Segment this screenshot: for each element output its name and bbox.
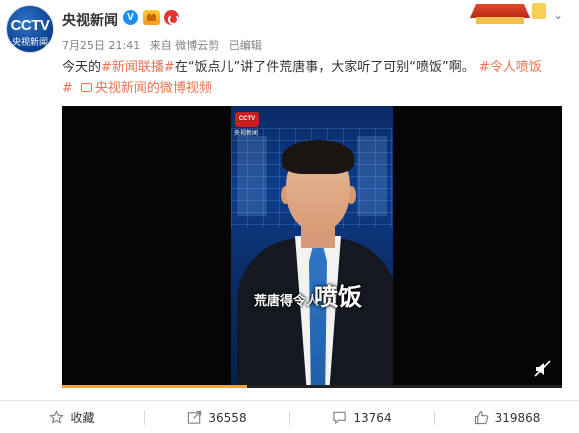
like-button[interactable]: 319868 xyxy=(435,401,579,433)
comment-button[interactable]: 13764 xyxy=(290,401,434,433)
topic-link-xinwenlianbo[interactable]: #新闻联播# xyxy=(101,60,175,75)
comment-count: 13764 xyxy=(353,410,392,425)
text-middle: 在“饭点儿”讲了件荒唐事，大家听了可别“喷饭”啊。 xyxy=(174,60,475,75)
post-date[interactable]: 7月25日 21:41 xyxy=(62,39,140,52)
post-source: 来自 微博云剪 xyxy=(149,39,220,52)
channel-subtitle: 央视新闻 xyxy=(234,130,259,137)
post-links-row: # 央视新闻的微博视频 xyxy=(62,78,572,99)
member-crown-icon[interactable] xyxy=(143,10,160,25)
repost-count: 36558 xyxy=(208,410,247,425)
video-caption-small: 荒唐得令人 xyxy=(254,294,320,309)
channel-logo: CCTV xyxy=(235,112,259,127)
video-progress-fill xyxy=(62,385,247,388)
post-edited[interactable]: 已编辑 xyxy=(229,39,262,52)
topic-hash-link[interactable]: # xyxy=(62,78,73,99)
video-icon xyxy=(80,83,92,92)
post-content: 今天的#新闻联播#在“饭点儿”讲了件荒唐事，大家听了可别“喷饭”啊。 #令人喷饭… xyxy=(62,57,572,99)
avatar-logo-subtext: 央视新闻 xyxy=(11,38,48,48)
thumbs-up-icon xyxy=(474,411,488,425)
mute-icon[interactable] xyxy=(534,360,552,378)
decoration-banner xyxy=(462,0,550,26)
video-caption-big: 喷饭 xyxy=(314,283,362,311)
video-link[interactable]: 央视新闻的微博视频 xyxy=(80,78,212,99)
post-text: 今天的#新闻联播#在“饭点儿”讲了件荒唐事，大家听了可别“喷饭”啊。 #令人喷饭 xyxy=(62,57,572,78)
verified-icon: V xyxy=(123,10,138,25)
favorite-label: 收藏 xyxy=(70,411,95,425)
video-link-label: 央视新闻的微博视频 xyxy=(94,81,212,96)
like-count: 319868 xyxy=(494,410,541,425)
weibo-badge-icon[interactable] xyxy=(164,10,179,25)
avatar-logo-text: CCTV xyxy=(10,17,50,34)
author-name[interactable]: 央视新闻 xyxy=(62,10,118,30)
avatar[interactable]: CCTV 央视新闻 xyxy=(6,5,54,53)
star-icon xyxy=(49,410,65,424)
repost-button[interactable]: 36558 xyxy=(145,401,289,433)
video-frame: CCTV 央视新闻 荒唐得令人 喷饭 xyxy=(231,106,393,388)
topic-link-lingren-penfan[interactable]: #令人喷饭 xyxy=(479,60,542,75)
comment-icon xyxy=(333,411,347,425)
favorite-button[interactable]: 收藏 xyxy=(0,401,144,433)
video-progress-bar[interactable] xyxy=(62,385,562,388)
video-player[interactable]: CCTV 央视新闻 荒唐得令人 喷饭 xyxy=(62,106,562,388)
repost-icon xyxy=(188,410,202,424)
text-prefix: 今天的 xyxy=(62,60,102,75)
chevron-down-icon[interactable]: ⌄ xyxy=(553,8,563,22)
post-meta: 7月25日 21:41 来自 微博云剪 已编辑 xyxy=(62,37,268,53)
action-bar: 收藏 36558 13764 319868 xyxy=(0,400,579,433)
